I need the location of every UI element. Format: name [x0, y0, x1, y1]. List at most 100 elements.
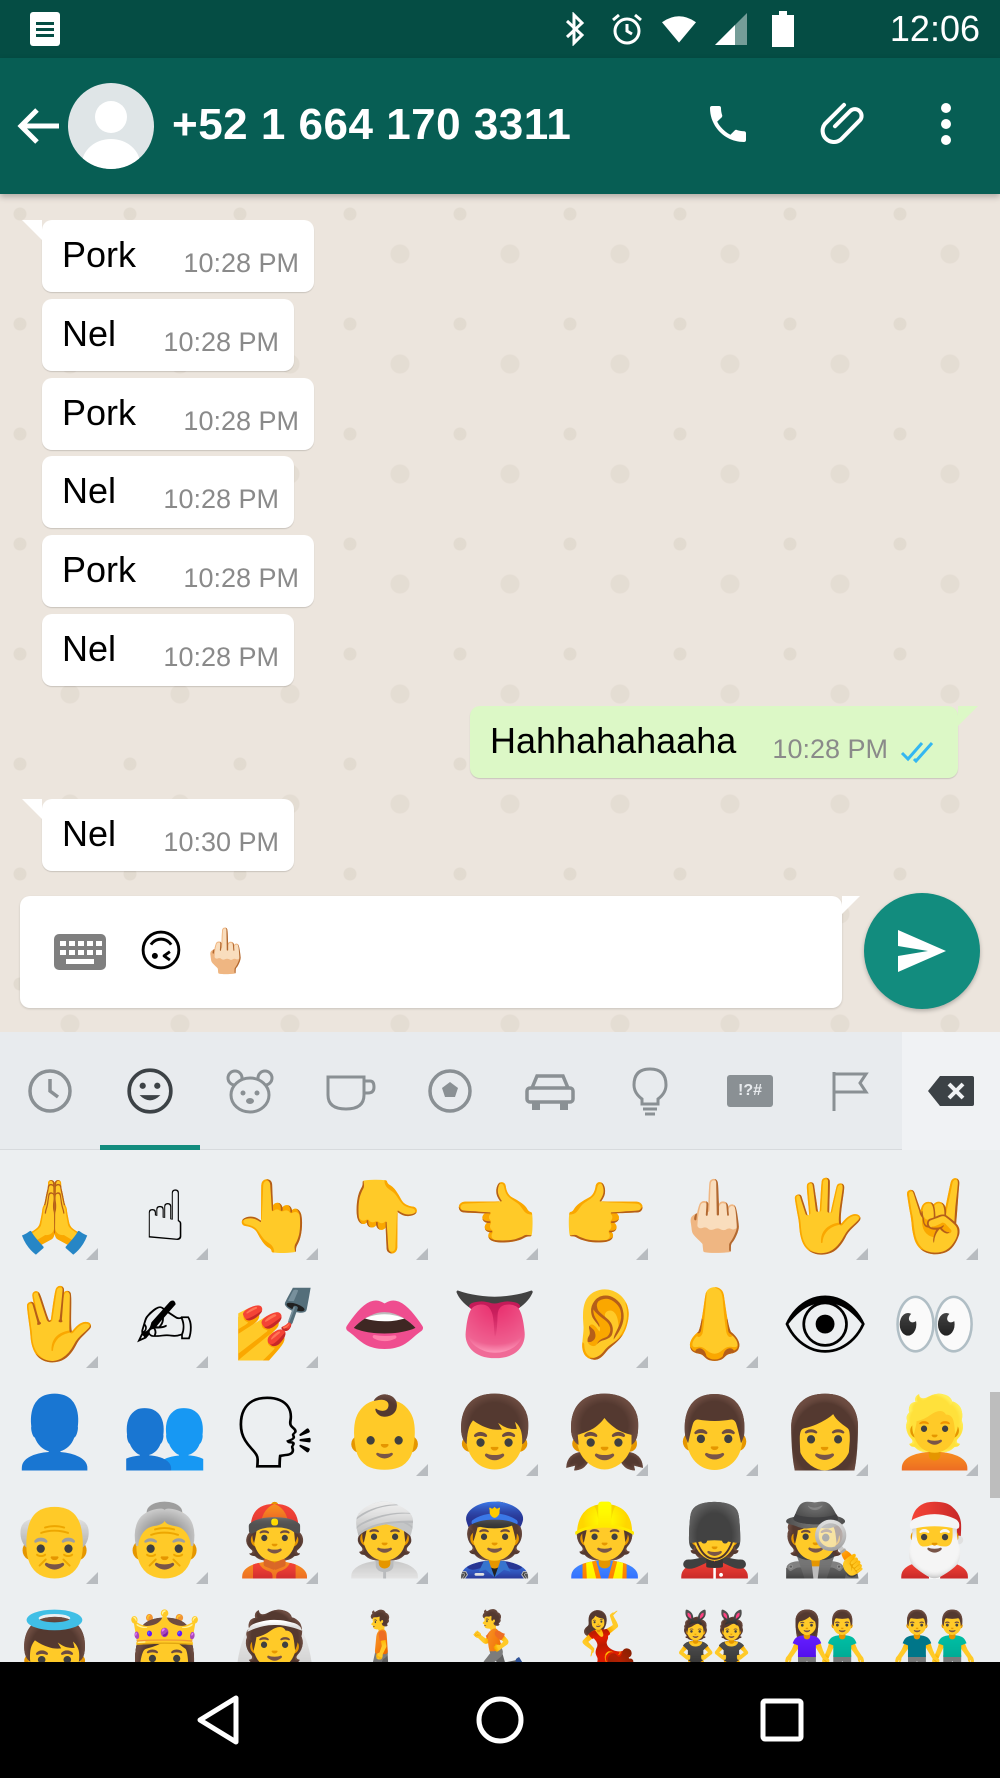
status-time: 12:06	[889, 8, 980, 49]
emoji-key[interactable]: 👴	[0, 1486, 110, 1594]
emoji-key[interactable]: ✍	[110, 1270, 220, 1378]
message-time: 10:28 PM	[163, 642, 279, 672]
tab-objects[interactable]	[600, 1032, 700, 1150]
back-arrow-icon	[17, 108, 59, 144]
incoming-message[interactable]: Pork 10:28 PM	[42, 535, 314, 607]
incoming-message[interactable]: Nel 10:30 PM	[22, 799, 294, 871]
incoming-message[interactable]: Pork 10:28 PM	[42, 378, 314, 450]
nav-home-button[interactable]	[468, 1688, 532, 1752]
emoji-key[interactable]: 💅	[220, 1270, 330, 1378]
emoji-key[interactable]: 👳	[330, 1486, 440, 1594]
paperclip-icon	[820, 102, 864, 144]
smiley-icon	[127, 1068, 173, 1114]
incoming-message[interactable]: Pork 10:28 PM	[22, 220, 314, 292]
message-text: Nel	[62, 813, 117, 854]
tab-animals[interactable]	[200, 1032, 300, 1150]
message-input[interactable]: 🙃 🖕🏻	[20, 896, 860, 1008]
emoji-key[interactable]: 👀	[880, 1270, 990, 1378]
emoji-key[interactable]: 👫	[770, 1594, 880, 1662]
tab-travel[interactable]	[500, 1032, 600, 1150]
message-text: Pork	[62, 234, 137, 275]
emoji-key[interactable]: 👰	[220, 1594, 330, 1662]
contact-name[interactable]: +52 1 664 170 3311	[172, 100, 571, 150]
emoji-key[interactable]: 👈	[440, 1162, 550, 1270]
emoji-key[interactable]: 👆	[220, 1162, 330, 1270]
tab-symbols[interactable]: !?#	[700, 1032, 800, 1150]
more-options-button[interactable]	[914, 92, 978, 156]
emoji-key[interactable]: 👬	[880, 1594, 990, 1662]
notes-icon	[30, 12, 60, 46]
emoji-key[interactable]: 👃	[660, 1270, 770, 1378]
incoming-message[interactable]: Nel 10:28 PM	[42, 456, 294, 528]
emoji-key[interactable]: 🚶	[330, 1594, 440, 1662]
nav-back-button[interactable]	[186, 1688, 250, 1752]
emoji-key[interactable]: 👧	[550, 1378, 660, 1486]
emoji-key[interactable]: 👱	[880, 1378, 990, 1486]
incoming-message[interactable]: Nel 10:28 PM	[42, 299, 294, 371]
message-time: 10:28 PM	[183, 563, 299, 593]
tab-food[interactable]	[300, 1032, 400, 1150]
emoji-key[interactable]: 💂	[660, 1486, 770, 1594]
emoji-key[interactable]: 🖕🏻	[660, 1162, 770, 1270]
back-button[interactable]	[14, 98, 64, 154]
emoji-key[interactable]: 👁	[770, 1270, 880, 1378]
emoji-key[interactable]: 👉	[550, 1162, 660, 1270]
message-time: 10:30 PM	[163, 827, 279, 857]
outgoing-message[interactable]: Hahhahahaaha 10:28 PM	[470, 706, 978, 778]
back-triangle-icon	[197, 1695, 239, 1745]
send-button[interactable]	[864, 893, 980, 1009]
tab-flags[interactable]	[800, 1032, 900, 1150]
tab-activity[interactable]	[400, 1032, 500, 1150]
emoji-key[interactable]: 🕵	[770, 1486, 880, 1594]
emoji-key[interactable]: 👇	[330, 1162, 440, 1270]
emoji-key[interactable]: 👵	[110, 1486, 220, 1594]
emoji-key[interactable]: 🖖	[0, 1270, 110, 1378]
emoji-key[interactable]: 👲	[220, 1486, 330, 1594]
emoji-category-tabs: !?#	[0, 1032, 1000, 1150]
emoji-key[interactable]: 👄	[330, 1270, 440, 1378]
nav-recents-button[interactable]	[750, 1688, 814, 1752]
emoji-scrollbar[interactable]	[990, 1392, 1000, 1498]
alarm-icon	[610, 12, 644, 46]
backspace-button[interactable]	[902, 1032, 1000, 1150]
voice-call-button[interactable]	[696, 92, 760, 156]
emoji-key[interactable]: 🙏	[0, 1162, 110, 1270]
emoji-key[interactable]: 💃	[550, 1594, 660, 1662]
emoji-key[interactable]: 👷	[550, 1486, 660, 1594]
emoji-key[interactable]: 👼	[0, 1594, 110, 1662]
emoji-key[interactable]: 👂	[550, 1270, 660, 1378]
clock-icon	[28, 1069, 72, 1113]
signal-icon	[714, 12, 748, 46]
emoji-key[interactable]: 👦	[440, 1378, 550, 1486]
emoji-key[interactable]: 🎅	[880, 1486, 990, 1594]
message-text: Pork	[62, 392, 137, 433]
emoji-key[interactable]: 👩	[770, 1378, 880, 1486]
emoji-key[interactable]: 👅	[440, 1270, 550, 1378]
emoji-key[interactable]: 🤘	[880, 1162, 990, 1270]
car-icon	[525, 1074, 575, 1110]
tab-smileys[interactable]	[100, 1032, 200, 1150]
emoji-key[interactable]: 👸	[110, 1594, 220, 1662]
emoji-key[interactable]: 👶	[330, 1378, 440, 1486]
emoji-key[interactable]: 🏃	[440, 1594, 550, 1662]
input-emoji: 🖕🏻	[198, 927, 253, 976]
message-time: 10:28 PM	[772, 734, 888, 764]
incoming-message[interactable]: Nel 10:28 PM	[42, 614, 294, 686]
emoji-key[interactable]: 👤	[0, 1378, 110, 1486]
emoji-key[interactable]: 👨	[660, 1378, 770, 1486]
emoji-key[interactable]: 👯	[660, 1594, 770, 1662]
keyboard-icon[interactable]	[54, 934, 106, 970]
message-text: Nel	[62, 313, 117, 354]
emoji-key[interactable]: 👮	[440, 1486, 550, 1594]
attach-button[interactable]	[812, 92, 876, 156]
emoji-key[interactable]: ☝	[110, 1162, 220, 1270]
avatar[interactable]	[68, 83, 154, 169]
recents-square-icon	[760, 1698, 804, 1742]
input-emoji: 🙃	[138, 927, 184, 976]
status-icons	[558, 11, 800, 47]
tab-recent[interactable]	[0, 1032, 100, 1150]
emoji-key[interactable]: 🗣	[220, 1378, 330, 1486]
emoji-key[interactable]: 👥	[110, 1378, 220, 1486]
emoji-key[interactable]: 🖐	[770, 1162, 880, 1270]
message-text: Pork	[62, 549, 137, 590]
